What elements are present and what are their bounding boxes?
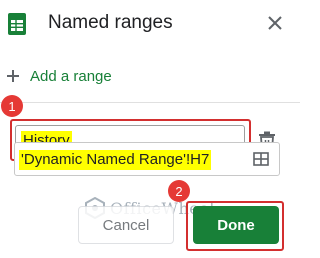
- plus-icon: [7, 70, 19, 82]
- step-badge-2: 2: [168, 180, 190, 202]
- grid-icon[interactable]: [253, 152, 269, 166]
- add-range-button[interactable]: Add a range: [6, 64, 112, 88]
- add-range-label: Add a range: [30, 67, 112, 85]
- close-icon[interactable]: [266, 14, 284, 32]
- panel-header: Named ranges: [0, 0, 300, 50]
- divider: [0, 102, 300, 103]
- panel-title: Named ranges: [48, 12, 173, 33]
- range-reference-input[interactable]: 'Dynamic Named Range'!H7: [14, 142, 280, 176]
- step-badge-1: 1: [1, 95, 23, 117]
- range-reference-value: 'Dynamic Named Range'!H7: [19, 150, 212, 170]
- google-sheets-icon: [8, 13, 26, 35]
- cancel-button[interactable]: Cancel: [78, 206, 174, 244]
- done-button[interactable]: Done: [193, 206, 279, 244]
